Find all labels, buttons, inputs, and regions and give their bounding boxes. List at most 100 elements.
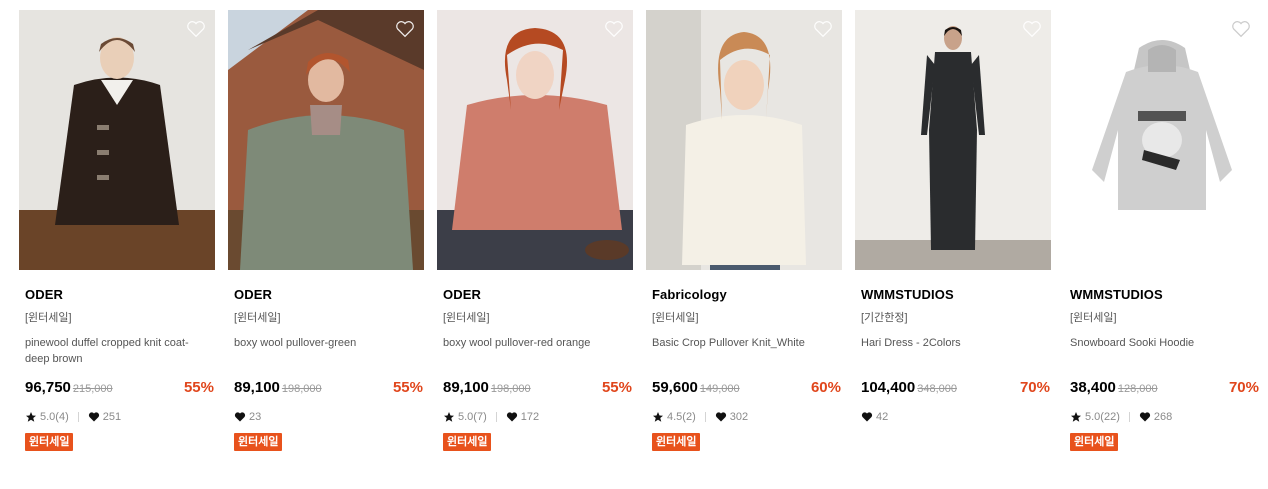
star-icon bbox=[653, 412, 663, 422]
sale-badge: 윈터세일 bbox=[652, 433, 701, 451]
heart-icon bbox=[1139, 412, 1150, 422]
product-name[interactable]: pinewool duffel cropped knit coat-deep b… bbox=[19, 335, 211, 367]
product-image[interactable] bbox=[437, 10, 633, 270]
heart-icon bbox=[88, 412, 99, 422]
product-name[interactable]: Basic Crop Pullover Knit_White bbox=[646, 335, 838, 367]
original-price: 198,000 bbox=[281, 383, 322, 395]
price-row: 89,100 198,000 55% bbox=[437, 379, 633, 399]
discount-rate: 70% bbox=[1228, 379, 1259, 396]
product-photo bbox=[437, 10, 633, 270]
original-price: 348,000 bbox=[917, 383, 957, 395]
discount-rate: 60% bbox=[810, 379, 841, 396]
product-card[interactable]: Fabricology [윈터세일] Basic Crop Pullover K… bbox=[646, 10, 842, 451]
original-price: 149,000 bbox=[699, 383, 740, 395]
like-count: 23 bbox=[249, 411, 262, 423]
product-card[interactable]: ODER [윈터세일] boxy wool pullover-green 89,… bbox=[228, 10, 424, 451]
divider bbox=[1128, 412, 1130, 422]
sale-price: 104,400 bbox=[861, 379, 916, 396]
product-photo bbox=[1064, 10, 1260, 270]
product-name[interactable]: boxy wool pullover-red orange bbox=[437, 335, 629, 367]
brand-name[interactable]: Fabricology bbox=[646, 287, 842, 303]
heart-outline-icon[interactable] bbox=[603, 18, 625, 40]
star-icon bbox=[444, 412, 454, 422]
product-name[interactable]: Snowboard Sooki Hoodie bbox=[1064, 335, 1256, 367]
promo-tag: [윈터세일] bbox=[652, 312, 699, 324]
product-photo bbox=[646, 10, 842, 270]
product-meta: 5.0(22) 268 bbox=[1064, 409, 1260, 425]
product-photo bbox=[19, 10, 215, 270]
like-count: 302 bbox=[729, 411, 749, 423]
like-count: 251 bbox=[102, 411, 122, 423]
promo-tag: [기간한정] bbox=[861, 312, 908, 324]
discount-rate: 55% bbox=[601, 379, 632, 396]
sale-price: 38,400 bbox=[1070, 379, 1116, 396]
sale-badge: 윈터세일 bbox=[1070, 433, 1119, 451]
heart-icon bbox=[715, 412, 726, 422]
brand-name[interactable]: ODER bbox=[437, 287, 633, 303]
like-count: 172 bbox=[520, 411, 540, 423]
like-count: 268 bbox=[1153, 411, 1173, 423]
divider bbox=[77, 412, 79, 422]
product-name[interactable]: Hari Dress - 2Colors bbox=[855, 335, 1047, 367]
product-image[interactable] bbox=[855, 10, 1051, 270]
heart-outline-icon[interactable] bbox=[812, 18, 834, 40]
original-price: 128,000 bbox=[1117, 383, 1158, 395]
rating-value: 5.0(7) bbox=[458, 411, 487, 423]
product-image[interactable] bbox=[646, 10, 842, 270]
original-price: 215,000 bbox=[72, 383, 113, 395]
price-row: 104,400 348,000 70% bbox=[855, 379, 1051, 399]
product-card[interactable]: WMMSTUDIOS [윈터세일] Snowboard Sooki Hoodie… bbox=[1064, 10, 1260, 451]
divider bbox=[495, 412, 497, 422]
sale-price: 96,750 bbox=[25, 379, 71, 396]
rating-value: 5.0(22) bbox=[1085, 411, 1120, 423]
sale-badge: 윈터세일 bbox=[443, 433, 492, 451]
heart-outline-icon[interactable] bbox=[185, 18, 207, 40]
price-row: 38,400 128,000 70% bbox=[1064, 379, 1260, 399]
like-count: 42 bbox=[876, 411, 889, 423]
product-image[interactable] bbox=[1064, 10, 1260, 270]
sale-badge: 윈터세일 bbox=[25, 433, 74, 451]
product-meta: 23 bbox=[228, 409, 424, 425]
promo-tag: [윈터세일] bbox=[25, 312, 72, 324]
product-meta: 5.0(7) 172 bbox=[437, 409, 633, 425]
sale-badge: 윈터세일 bbox=[234, 433, 283, 451]
heart-icon bbox=[861, 412, 873, 422]
sale-price: 89,100 bbox=[443, 379, 489, 396]
star-icon bbox=[26, 412, 36, 422]
product-image[interactable] bbox=[228, 10, 424, 270]
discount-rate: 55% bbox=[183, 379, 214, 396]
promo-tag: [윈터세일] bbox=[1070, 312, 1117, 324]
product-card[interactable]: ODER [윈터세일] pinewool duffel cropped knit… bbox=[19, 10, 215, 451]
rating-value: 5.0(4) bbox=[40, 411, 69, 423]
promo-tag: [윈터세일] bbox=[234, 312, 281, 324]
heart-outline-icon[interactable] bbox=[1021, 18, 1043, 40]
product-name[interactable]: boxy wool pullover-green bbox=[228, 335, 420, 367]
sale-price: 59,600 bbox=[652, 379, 698, 396]
heart-icon bbox=[506, 412, 517, 422]
product-grid: ODER [윈터세일] pinewool duffel cropped knit… bbox=[0, 0, 1268, 489]
heart-outline-icon[interactable] bbox=[1230, 18, 1252, 40]
discount-rate: 70% bbox=[1019, 379, 1050, 396]
product-meta: 42 bbox=[855, 409, 1051, 425]
brand-name[interactable]: ODER bbox=[228, 287, 424, 303]
price-row: 59,600 149,000 60% bbox=[646, 379, 842, 399]
brand-name[interactable]: WMMSTUDIOS bbox=[855, 287, 1051, 303]
product-image[interactable] bbox=[19, 10, 215, 270]
heart-outline-icon[interactable] bbox=[394, 18, 416, 40]
brand-name[interactable]: ODER bbox=[19, 287, 215, 303]
discount-rate: 55% bbox=[392, 379, 423, 396]
product-card[interactable]: ODER [윈터세일] boxy wool pullover-red orang… bbox=[437, 10, 633, 451]
rating-value: 4.5(2) bbox=[667, 411, 696, 423]
original-price: 198,000 bbox=[490, 383, 531, 395]
promo-tag: [윈터세일] bbox=[443, 312, 490, 324]
product-photo bbox=[855, 10, 1051, 270]
star-icon bbox=[1071, 412, 1081, 422]
product-photo bbox=[228, 10, 424, 270]
brand-name[interactable]: WMMSTUDIOS bbox=[1064, 287, 1260, 303]
price-row: 96,750 215,000 55% bbox=[19, 379, 215, 399]
product-meta: 5.0(4) 251 bbox=[19, 409, 215, 425]
product-meta: 4.5(2) 302 bbox=[646, 409, 842, 425]
price-row: 89,100 198,000 55% bbox=[228, 379, 424, 399]
sale-price: 89,100 bbox=[234, 379, 280, 396]
product-card[interactable]: WMMSTUDIOS [기간한정] Hari Dress - 2Colors 1… bbox=[855, 10, 1051, 425]
